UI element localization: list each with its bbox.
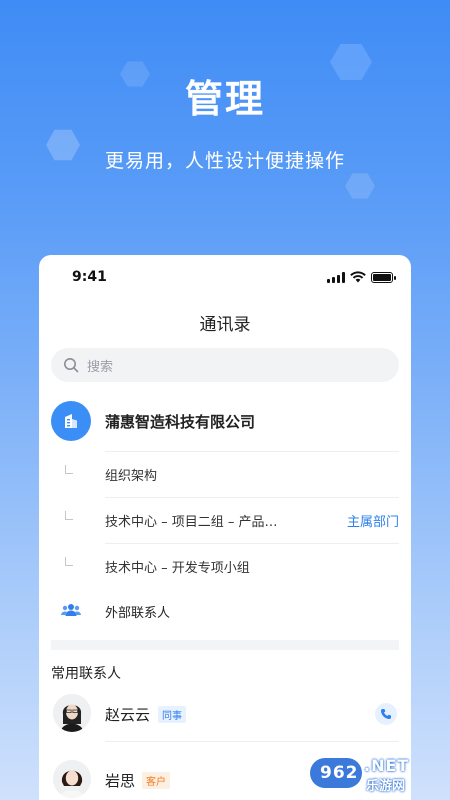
building-icon [51,401,91,441]
avatar [53,694,91,732]
company-row[interactable]: 蒲惠智造科技有限公司 [51,401,399,441]
dept-item-org[interactable]: 组织架构 [39,451,411,497]
dept-label: 技术中心 – 项目二组 – 产品… [105,514,278,530]
dept-item-dev[interactable]: 技术中心 – 开发专项小组 [39,543,411,589]
site-logo-suffix: .NET [364,756,410,775]
external-contacts-row[interactable]: 外部联系人 [39,589,411,633]
tree-branch-icon [65,511,73,520]
contact-type-badge: 同事 [158,706,186,723]
phone-mockup: 9:41 通讯录 搜索 蒲惠智造科技有限公司 组织架构 技术中心 – 项目二组 … [39,255,411,800]
page-title: 通讯录 [199,315,251,335]
contact-row[interactable]: 赵云云 同事 [39,686,411,742]
divider [105,741,399,742]
hero-subtitle: 更易用，人性设计便捷操作 [104,150,345,172]
primary-dept-tag: 主属部门 [346,514,399,530]
company-name: 蒲惠智造科技有限公司 [105,412,256,431]
site-watermark: 962 .NET 乐游网 [310,754,444,794]
search-input[interactable]: 搜索 [51,348,399,382]
site-logo-number: 962 [320,763,359,783]
divider [105,543,399,544]
dept-label: 技术中心 – 开发专项小组 [105,560,250,576]
wifi-icon [350,271,366,283]
search-icon [64,358,79,373]
tree-branch-icon [65,557,73,566]
contact-name: 赵云云 [105,706,151,724]
frequent-contacts-title: 常用联系人 [51,666,121,682]
group-icon [61,604,81,616]
avatar [53,760,91,798]
section-divider [51,640,399,650]
decor-hexagon [345,173,375,199]
contact-name: 岩思 [105,772,136,790]
cellular-signal-icon [327,271,345,283]
divider [105,497,399,498]
battery-icon [371,271,396,283]
contact-type-badge: 客户 [142,772,170,789]
site-logo: 962 [310,758,362,788]
external-contacts-label: 外部联系人 [105,605,171,621]
status-bar: 9:41 [39,255,411,299]
tree-branch-icon [65,465,73,474]
dept-label: 组织架构 [105,468,158,484]
dept-item-primary[interactable]: 技术中心 – 项目二组 – 产品… 主属部门 [39,497,411,543]
status-time: 9:41 [72,269,107,285]
hero-title: 管理 [184,77,265,121]
search-placeholder: 搜索 [87,359,114,375]
phone-icon [381,709,391,719]
call-button[interactable] [375,703,397,725]
divider [105,451,399,452]
site-name: 乐游网 [366,779,406,794]
